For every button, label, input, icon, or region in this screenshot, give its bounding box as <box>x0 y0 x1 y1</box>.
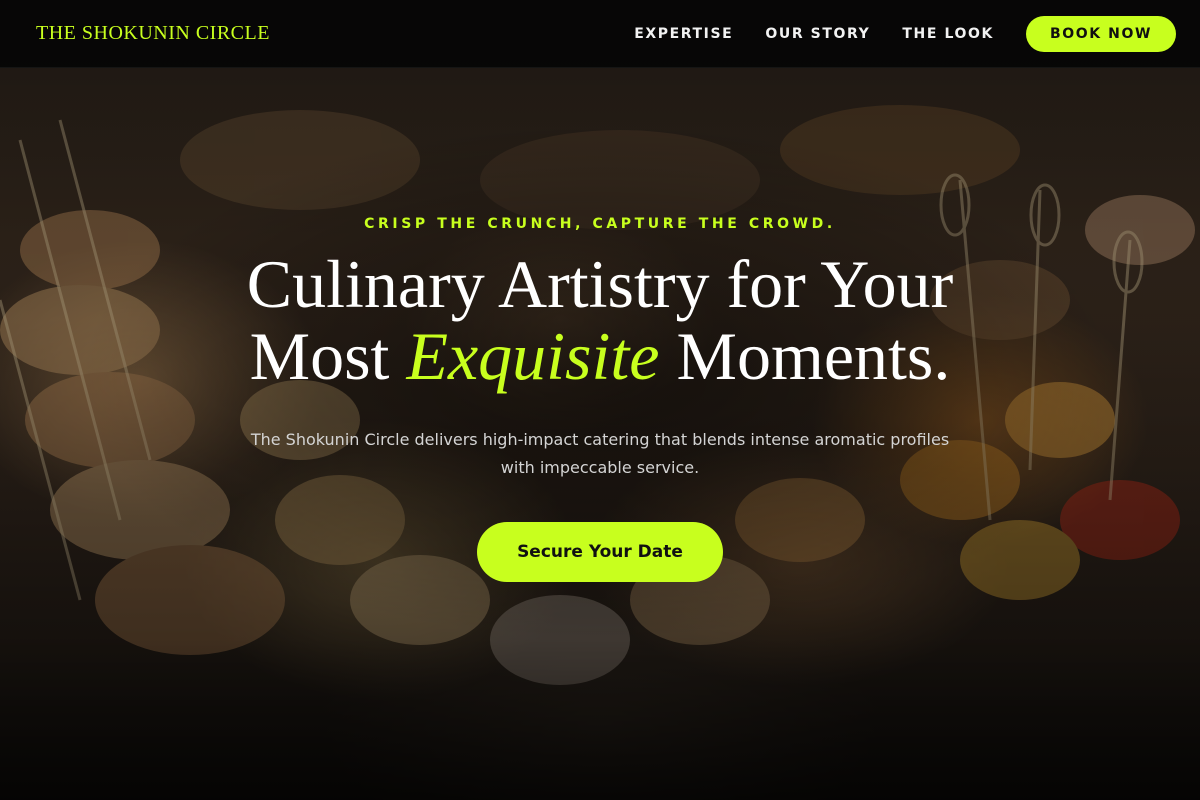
headline-accent-word: Exquisite <box>406 318 660 394</box>
nav-link-our-story[interactable]: OUR STORY <box>765 26 870 42</box>
hero-headline: Culinary Artistry for Your Most Exquisit… <box>0 248 1200 392</box>
brand-logo-text[interactable]: THE SHOKUNIN CIRCLE <box>36 22 270 45</box>
headline-line-1: Culinary Artistry for Your <box>246 246 954 322</box>
hero-eyebrow-tagline: CRISP THE CRUNCH, CAPTURE THE CROWD. <box>364 216 836 232</box>
headline-line-2-start: Most <box>249 318 407 394</box>
headline-line-2-end: Moments. <box>659 318 951 394</box>
secure-your-date-button[interactable]: Secure Your Date <box>477 522 723 582</box>
hero-description: The Shokunin Circle delivers high-impact… <box>250 430 950 477</box>
nav-links: EXPERTISE OUR STORY THE LOOK BOOK NOW <box>634 15 1176 52</box>
nav-link-the-look[interactable]: THE LOOK <box>902 26 994 42</box>
book-now-button[interactable]: BOOK NOW <box>1025 15 1176 52</box>
nav-link-expertise[interactable]: EXPERTISE <box>634 26 733 42</box>
top-navigation-bar: THE SHOKUNIN CIRCLE EXPERTISE OUR STORY … <box>0 0 1200 68</box>
hero-section: CRISP THE CRUNCH, CAPTURE THE CROWD. Cul… <box>0 216 1200 582</box>
